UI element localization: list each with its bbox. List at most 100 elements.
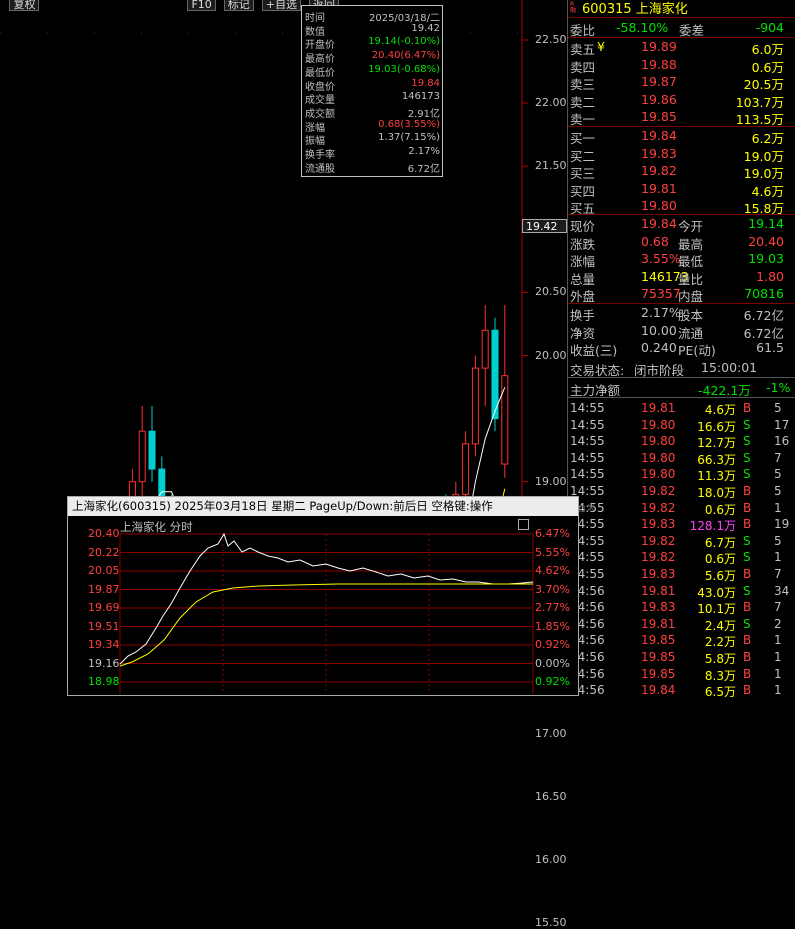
current-price-tag: 19.42 [522,219,567,233]
mark-button[interactable]: 标记 [223,0,254,11]
tick-price: 19.82 [641,533,676,548]
fundamental-row: 收益(三) 0.240 PE(动) 61.5 [568,339,795,358]
quote-value: 19.03 [748,251,784,266]
trade-status-time: 15:00:01 [701,360,758,375]
quote-value: 0.68 [641,233,669,249]
weibi-value: -58.10% [616,20,669,35]
intraday-left-label: 19.34 [88,638,120,651]
tick-count: 5 [774,401,782,415]
tick-row: 14:55 19.82 0.6万 B 1 [568,500,795,517]
tick-price: 19.81 [641,583,676,598]
intraday-chart[interactable] [68,516,578,694]
tick-volume: 2.2万 [704,635,736,650]
info-value: 19.84 [411,77,440,89]
intraday-right-label: 4.62% [535,564,570,577]
f10-button[interactable]: F10 [187,0,216,11]
tick-count: 1 [774,500,782,515]
tick-row: 14:56 19.83 10.1万 B 7 [568,599,795,616]
axis-label: 20.50 [535,285,567,299]
quote-row: 涨跌 0.68 最高 20.40 [568,233,795,252]
tick-side: S [743,417,751,432]
candle [148,430,156,470]
tick-count: 1 [774,650,782,664]
chart-toolbar: 复权 F10 标记 +自选 返回 [9,0,339,11]
tick-volume: 6.5万 [704,685,736,700]
ask-price: 19.87 [641,74,677,89]
tick-side: S [743,467,751,482]
info-row: 成交量 146173 [302,91,442,106]
quote-panel: R融 600315 上海家化 委比 -58.10% 委差 -904 卖五 ¥19.89 6.… [567,0,795,699]
intraday-left-label: 20.05 [88,564,120,577]
tick-price: 19.85 [641,666,676,681]
info-row: 成交额 2.91亿 [302,105,442,120]
tick-row: 14:55 19.80 16.6万 S 17 [568,417,795,434]
candle [501,375,509,465]
fund-value: 2.17% [641,305,681,320]
fund-value: 0.240 [641,340,677,355]
tick-volume: 0.6万 [704,502,736,517]
tick-price: 19.83 [641,517,676,532]
kline-svg[interactable] [0,0,567,497]
quote-row: 外盘 75357 内盘 70816 [568,285,795,304]
add-favorite-button[interactable]: +自选 [261,0,301,11]
tick-price: 19.84 [641,683,676,698]
tick-volume: 128.1万 [689,519,736,534]
quote-value: 75357 [641,286,681,301]
bid-price: 19.84 [641,128,677,143]
tick-row: 14:56 19.85 5.8万 B 1 [568,649,795,666]
ask-price: 19.89 [641,39,677,54]
stock-title-bar: R融 600315 上海家化 [568,0,795,18]
tick-side: B [743,401,752,415]
tick-row: 14:56 19.85 2.2万 B 1 [568,632,795,650]
info-row: 最低价 19.03(-0.68%) [302,64,442,79]
tick-side: B [743,600,752,615]
quote-value: 70816 [744,286,784,301]
fuquan-button[interactable]: 复权 [9,0,40,11]
tick-count: 5 [774,533,782,548]
ask-price: 19.86 [641,91,677,107]
candle [138,430,146,483]
tick-side: B [743,567,752,581]
bid-price: 19.83 [641,145,677,161]
tick-count: 2 [774,616,782,631]
quote-value: 20.40 [748,233,784,249]
tick-row: 14:55 19.82 6.7万 S 5 [568,533,795,550]
tick-side: B [743,666,752,681]
stock-title[interactable]: 600315 上海家化 [582,0,688,17]
intraday-header[interactable]: 上海家化(600315) 2025年03月18日 星期二 PageUp/Down… [68,497,596,516]
tick-row: 14:55 19.81 4.6万 B 5 [568,400,795,417]
tick-count: 7 [774,600,782,615]
tick-row: 14:55 19.83 128.1万 B 19 [568,516,795,534]
info-value: 0.68(3.55%) [378,118,440,130]
ask-price: 19.88 [641,56,677,72]
kline-chart[interactable]: 复权 F10 标记 +自选 返回 22.5022.0021.5021.0020.… [0,0,567,929]
tick-volume: 43.0万 [697,585,736,600]
close-icon[interactable]: ✕ [586,499,596,518]
tick-price: 19.80 [641,450,676,465]
tick-price: 19.80 [641,417,676,432]
intraday-right-label: 0.92% [535,638,570,651]
info-row: 数值 19.42 [302,23,442,38]
ask-row: 卖五 ¥19.89 6.0万 [568,38,795,57]
axis-label: 19.00 [535,474,567,488]
weibi-row: 委比 -58.10% 委差 -904 [568,19,795,38]
tick-row: 14:55 19.80 66.3万 S 7 [568,450,795,467]
intraday-popup[interactable]: 上海家化(600315) 2025年03月18日 星期二 PageUp/Down… [67,496,596,696]
tick-price: 19.81 [641,401,676,415]
trade-status-row: 交易状态: 闭市阶段 15:00:01 [568,359,795,378]
candle [481,329,489,369]
tick-side: B [743,650,752,664]
tick-row: 14:56 19.85 8.3万 B 1 [568,666,795,683]
restore-icon[interactable]: ▫ [578,499,586,518]
info-row: 流通股 6.72亿 [302,160,442,175]
tick-volume: 12.7万 [697,436,736,451]
intraday-right-label: 1.85% [535,619,570,633]
bid-row: 买四 19.81 4.6万 [568,180,795,199]
tick-volume: 4.6万 [704,403,736,417]
bid-price: 19.80 [641,198,677,213]
tick-price: 19.83 [641,600,676,615]
axis-label: 22.00 [535,96,567,110]
tick-volume: 5.6万 [704,569,736,583]
tick-count: 5 [774,467,782,482]
weicha-value: -904 [755,20,784,35]
